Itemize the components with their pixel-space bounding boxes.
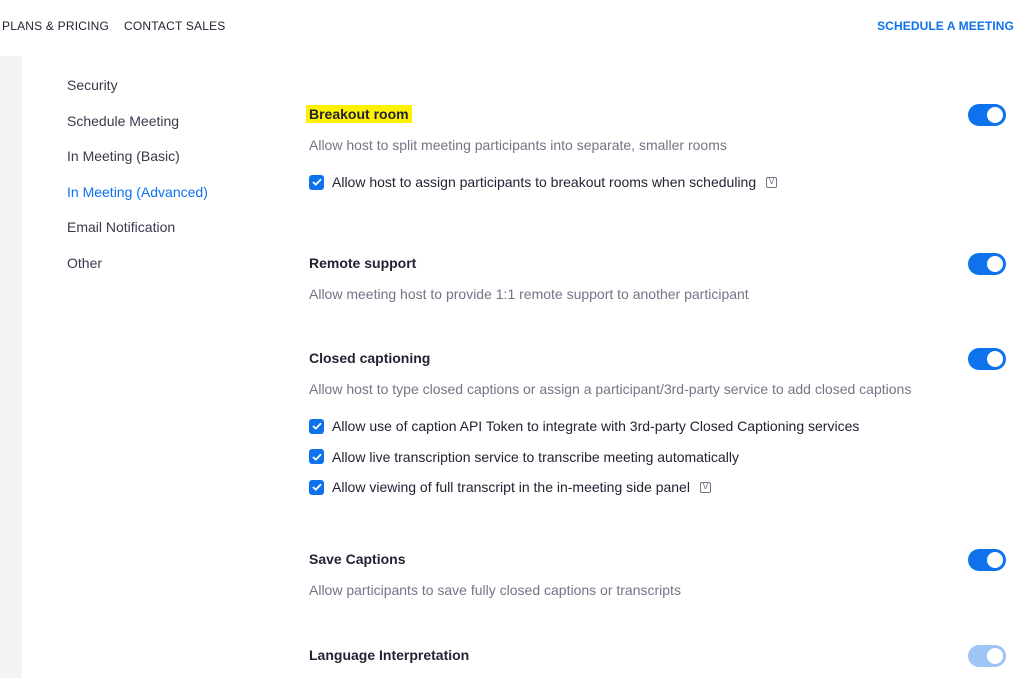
setting-title: Closed captioning [309,350,431,366]
checkmark-icon [311,422,322,431]
settings-sidebar: Security Schedule Meeting In Meeting (Ba… [67,76,208,289]
contact-sales-link[interactable]: CONTACT SALES [124,19,226,33]
setting-description: Allow participants to save fully closed … [309,582,681,598]
sidebar-item-schedule-meeting[interactable]: Schedule Meeting [67,112,208,148]
setting-title: Breakout room [306,105,412,123]
setting-closed-captioning: Closed captioning Allow host to type clo… [309,348,1009,503]
live-transcription-checkbox[interactable] [309,449,324,465]
sidebar-item-security[interactable]: Security [67,76,208,112]
top-nav-bar: PLANS & PRICING CONTACT SALES SCHEDULE A… [0,0,1024,52]
sidebar-item-other[interactable]: Other [67,254,208,290]
remote-support-toggle[interactable] [968,253,1006,275]
sidebar-item-email-notification[interactable]: Email Notification [67,218,208,254]
setting-title: Save Captions [309,551,406,567]
setting-description: Allow host to split meeting participants… [309,137,727,153]
schedule-meeting-link[interactable]: SCHEDULE A MEETING [877,19,1014,33]
toggle-knob [987,256,1003,272]
setting-description: Allow meeting host to provide 1:1 remote… [309,286,749,302]
setting-save-captions: Save Captions Allow participants to save… [309,549,1009,599]
toggle-knob [987,351,1003,367]
toggle-knob [987,648,1003,664]
sidebar-item-in-meeting-advanced[interactable]: In Meeting (Advanced) [67,183,208,219]
setting-description: Allow host to type closed captions or as… [309,381,912,397]
option-caption-api-token: Allow use of caption API Token to integr… [309,411,1009,442]
checkmark-icon [311,178,322,187]
verified-icon[interactable]: V [699,481,711,493]
verified-icon[interactable]: V [766,176,778,188]
toggle-knob [987,552,1003,568]
left-gutter [0,56,22,678]
language-interpretation-toggle[interactable] [968,645,1006,667]
option-full-transcript-side-panel: Allow viewing of full transcript in the … [309,472,1009,503]
toggle-knob [987,107,1003,123]
setting-breakout-room: Breakout room Allow host to split meetin… [306,104,1009,198]
assign-breakout-checkbox[interactable] [309,174,324,190]
setting-title: Remote support [309,255,417,271]
closed-captioning-toggle[interactable] [968,348,1006,370]
plans-pricing-link[interactable]: PLANS & PRICING [2,19,109,33]
checkmark-icon [311,483,322,492]
setting-title: Language Interpretation [309,647,470,663]
caption-api-token-checkbox[interactable] [309,418,324,434]
option-assign-breakout-rooms: Allow host to assign participants to bre… [309,167,1009,198]
save-captions-toggle[interactable] [968,549,1006,571]
breakout-room-toggle[interactable] [968,104,1006,126]
setting-remote-support: Remote support Allow meeting host to pro… [309,253,1009,303]
option-label: Allow viewing of full transcript in the … [332,479,690,496]
option-live-transcription: Allow live transcription service to tran… [309,442,1009,473]
option-label: Allow host to assign participants to bre… [332,174,757,191]
checkmark-icon [311,453,322,461]
setting-language-interpretation: Language Interpretation [309,645,1009,667]
option-label: Allow live transcription service to tran… [332,448,739,465]
sidebar-item-in-meeting-basic[interactable]: In Meeting (Basic) [67,147,208,183]
full-transcript-checkbox[interactable] [309,479,324,495]
option-label: Allow use of caption API Token to integr… [332,418,860,435]
